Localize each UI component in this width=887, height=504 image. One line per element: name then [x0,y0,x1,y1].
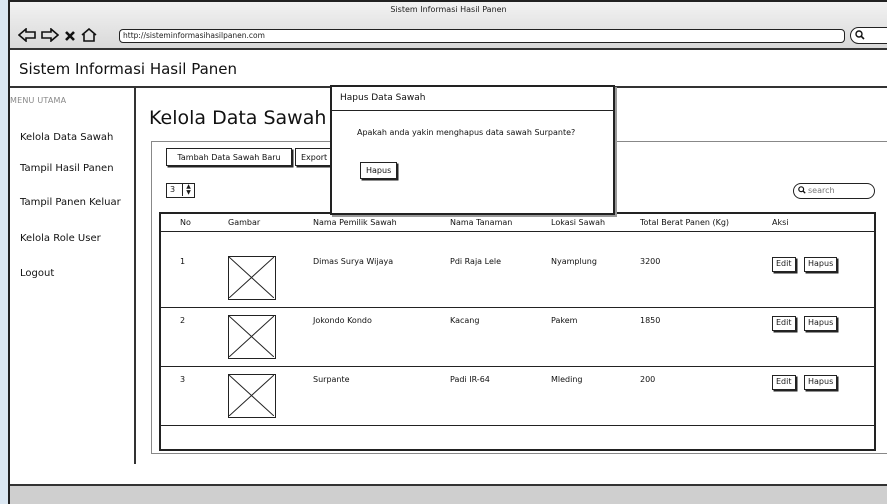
window-title: Sistem Informasi Hasil Panen [390,5,507,14]
header-crop: Nama Tanaman [450,218,513,227]
search-input[interactable]: search [793,183,875,199]
cell-location: Pakem [551,316,578,325]
cell-no: 1 [180,257,186,266]
delete-confirm-dialog: Hapus Data Sawah Apakah anda yakin mengh… [330,85,615,215]
url-bar[interactable]: http://sisteminformasihasilpanen.com [119,29,845,43]
table-row: 2 Jokondo Kondo Kacang Pakem 1850 Edit H… [161,309,874,367]
cell-weight: 1850 [640,316,661,325]
arrow-right-icon[interactable] [41,27,60,45]
header-weight: Total Berat Panen (Kg) [640,218,730,227]
cell-crop: Padi IR-64 [450,375,490,384]
cell-crop: Pdi Raja Lele [450,257,502,266]
browser-search[interactable] [850,27,887,44]
header-location: Lokasi Sawah [551,218,606,227]
export-button[interactable]: Export D [295,148,335,166]
cell-no: 2 [180,316,186,325]
browser-window: Sistem Informasi Hasil Panen http://sist… [8,0,887,504]
page-size-stepper[interactable]: 3 ▲ ▼ [166,183,195,198]
cell-weight: 3200 [640,257,661,266]
header-aksi: Aksi [772,218,789,227]
header-owner: Nama Pemilik Sawah [313,218,397,227]
sidebar-item-kelola-data-sawah[interactable]: Kelola Data Sawah [20,132,113,143]
search-icon [798,186,806,194]
table-header: No Gambar Nama Pemilik Sawah Nama Tanama… [161,214,874,232]
app-title: Sistem Informasi Hasil Panen [19,60,238,78]
delete-button[interactable]: Hapus [804,257,838,272]
search-placeholder: search [808,186,835,195]
dialog-title: Hapus Data Sawah [332,87,613,111]
cell-crop: Kacang [450,316,480,325]
cell-owner: Surpante [313,375,350,384]
cell-owner: Jokondo Kondo [313,316,372,325]
page-size-value: 3 [170,185,176,194]
dialog-message: Apakah anda yakin menghapus data sawah S… [357,128,576,137]
title-bar: Sistem Informasi Hasil Panen http://sist… [10,2,887,50]
delete-button[interactable]: Hapus [804,375,838,390]
status-bar [10,484,887,504]
cell-location: Mleding [551,375,583,384]
image-placeholder-icon [228,374,276,418]
stepper-arrows-icon[interactable]: ▲ ▼ [182,184,194,196]
close-icon[interactable] [64,29,76,45]
sidebar-heading: MENU UTAMA [10,96,67,105]
header-gambar: Gambar [228,218,261,227]
sidebar: MENU UTAMA Kelola Data Sawah Tampil Hasi… [10,88,136,464]
home-icon[interactable] [81,27,97,45]
header-no: No [180,218,191,227]
app-header: Sistem Informasi Hasil Panen [10,50,887,88]
add-sawah-button[interactable]: Tambah Data Sawah Baru [166,148,292,166]
edit-button[interactable]: Edit [772,316,796,331]
cell-no: 3 [180,375,186,384]
image-placeholder-icon [228,315,276,359]
confirm-delete-button[interactable]: Hapus [360,162,398,179]
sidebar-item-tampil-panen-keluar[interactable]: Tampil Panen Keluar [20,197,121,208]
sidebar-item-logout[interactable]: Logout [20,268,54,279]
sidebar-item-kelola-role-user[interactable]: Kelola Role User [20,233,101,244]
cell-owner: Dimas Surya Wijaya [313,257,394,266]
table-row: 1 Dimas Surya Wijaya Pdi Raja Lele Nyamp… [161,250,874,308]
edit-button[interactable]: Edit [772,375,796,390]
sidebar-item-tampil-hasil-panen[interactable]: Tampil Hasil Panen [20,163,114,174]
cell-location: Nyamplung [551,257,597,266]
page-title: Kelola Data Sawah [149,107,327,129]
nav-controls [17,27,97,45]
table-row: 3 Surpante Padi IR-64 Mleding 200 Edit H… [161,368,874,426]
image-placeholder-icon [228,256,276,300]
arrow-left-icon[interactable] [17,27,36,45]
search-icon [855,30,865,40]
delete-button[interactable]: Hapus [804,316,838,331]
cell-weight: 200 [640,375,656,384]
sawah-table: No Gambar Nama Pemilik Sawah Nama Tanama… [159,212,876,451]
edit-button[interactable]: Edit [772,257,796,272]
